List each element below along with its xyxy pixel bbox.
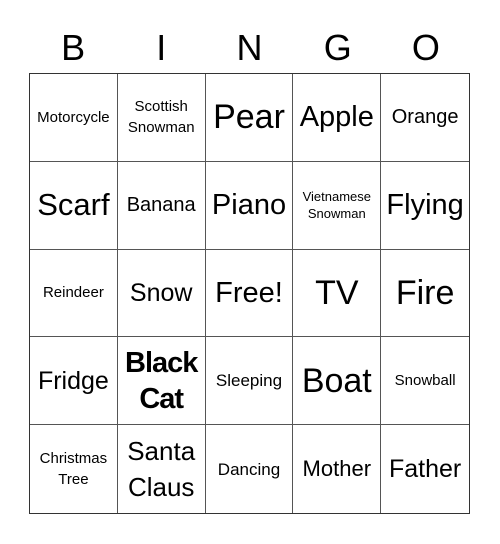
bingo-cell[interactable]: Flying (381, 162, 469, 250)
cell-text: Dancing (217, 459, 281, 479)
cell-text: Fire (395, 273, 455, 312)
cell-text: Free! (215, 276, 283, 309)
bingo-cell[interactable]: Fridge (30, 337, 118, 426)
cell-text: Snowball (394, 372, 456, 390)
cell-text: Reindeer (42, 284, 104, 302)
bingo-cell[interactable]: Boat (293, 337, 382, 426)
bingo-cell[interactable]: Santa Claus (118, 425, 206, 513)
cell-text: Snow (129, 278, 193, 307)
cell-text: Scarf (37, 187, 110, 223)
bingo-cell[interactable]: Sleeping (205, 337, 294, 426)
bingo-cell[interactable]: Snowball (381, 337, 469, 426)
bingo-cell[interactable]: Orange (381, 74, 469, 162)
bingo-cell[interactable]: Scarf (30, 161, 118, 250)
bingo-cell[interactable]: Piano (205, 161, 294, 250)
bingo-cell[interactable]: Banana (117, 161, 206, 250)
bingo-cell[interactable]: Reindeer (30, 249, 118, 338)
bingo-cell[interactable]: Vietnamese Snowman (293, 161, 382, 250)
header-letter-b: B (61, 27, 86, 68)
cell-text: Santa Claus (127, 436, 196, 503)
cell-text: Black Cat (125, 346, 198, 415)
cell-text: Boat (301, 361, 372, 400)
header-letter-g: G (323, 27, 352, 68)
bingo-grid: Motorcycle Scottish Snowman Pear Apple O… (29, 73, 470, 514)
cell-text: Christmas Tree (39, 450, 108, 489)
free-space[interactable]: Free! (205, 249, 294, 338)
cell-text: Fridge (37, 366, 109, 395)
header-letter-n: N (236, 27, 263, 68)
cell-text: Scottish Snowman (127, 98, 195, 137)
cell-text: Flying (386, 189, 464, 222)
cell-text: Mother (302, 456, 372, 482)
cell-text: Motorcycle (37, 108, 110, 126)
cell-text: Orange (391, 106, 459, 129)
bingo-cell[interactable]: Father (381, 425, 469, 513)
cell-text: Pear (213, 98, 285, 137)
cell-text: Piano (211, 189, 287, 222)
bingo-cell[interactable]: Pear (205, 74, 294, 162)
bingo-cell[interactable]: Mother (293, 425, 382, 513)
bingo-cell[interactable]: Snow (117, 249, 206, 338)
cell-text: TV (315, 273, 359, 312)
cell-text: Apple (299, 101, 374, 134)
header-letter-o: O (411, 27, 440, 68)
bingo-cell[interactable]: Apple (293, 74, 382, 162)
bingo-cell[interactable]: Scottish Snowman (117, 74, 206, 162)
bingo-cell[interactable]: Fire (381, 250, 469, 338)
cell-text: Father (388, 455, 462, 484)
bingo-header: B I N G O (29, 22, 470, 74)
bingo-cell[interactable]: Motorcycle (30, 74, 118, 162)
bingo-cell[interactable]: Black Cat (117, 337, 206, 426)
cell-text: Vietnamese Snowman (302, 189, 371, 222)
bingo-cell[interactable]: TV (293, 249, 382, 338)
cell-text: Banana (126, 194, 196, 217)
header-letter-i: I (156, 27, 167, 68)
bingo-cell[interactable]: Dancing (206, 425, 294, 513)
cell-text: Sleeping (215, 371, 283, 391)
bingo-cell[interactable]: Christmas Tree (30, 425, 118, 513)
